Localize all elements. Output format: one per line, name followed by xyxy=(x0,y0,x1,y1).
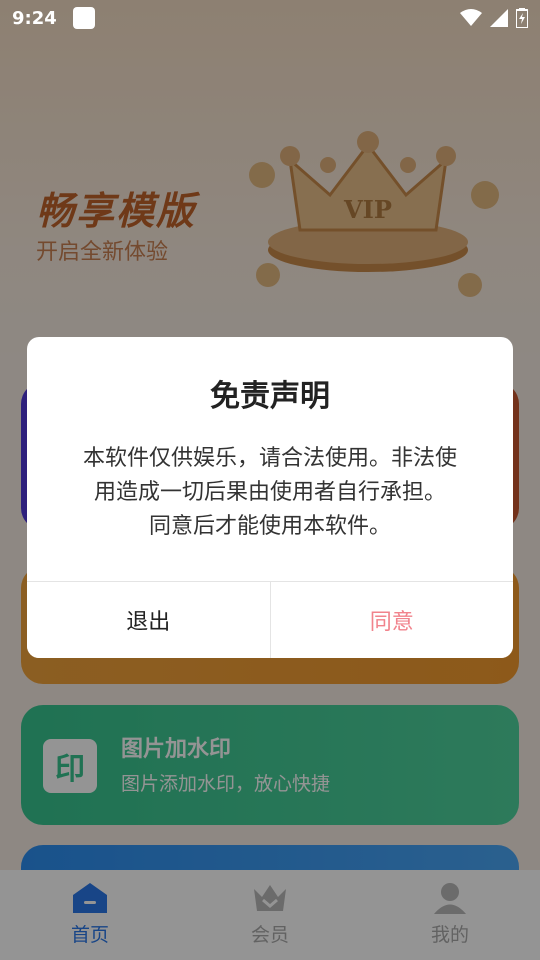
dialog-body-line: 本软件仅供娱乐，请合法使用。非法使 xyxy=(82,446,457,471)
dialog-title: 免责声明 xyxy=(210,379,330,414)
notification-icon xyxy=(72,7,95,29)
exit-button[interactable]: 退出 xyxy=(27,582,271,658)
disclaimer-dialog: 免责声明 本软件仅供娱乐，请合法使用。非法使 用造成一切后果由使用者自行承担。 … xyxy=(27,337,513,658)
signal-icon xyxy=(490,9,508,27)
dialog-body: 本软件仅供娱乐，请合法使用。非法使 用造成一切后果由使用者自行承担。 同意后才能… xyxy=(57,442,483,544)
wifi-icon xyxy=(460,9,482,26)
status-time: 9:24 xyxy=(12,7,57,29)
dialog-footer: 退出 同意 xyxy=(27,581,513,658)
agree-button[interactable]: 同意 xyxy=(270,582,513,658)
status-bar: 9:24 xyxy=(0,0,540,36)
dialog-body-line: 同意后才能使用本软件。 xyxy=(148,514,391,539)
dialog-body-line: 用造成一切后果由使用者自行承担。 xyxy=(93,480,446,505)
battery-icon xyxy=(516,8,528,28)
